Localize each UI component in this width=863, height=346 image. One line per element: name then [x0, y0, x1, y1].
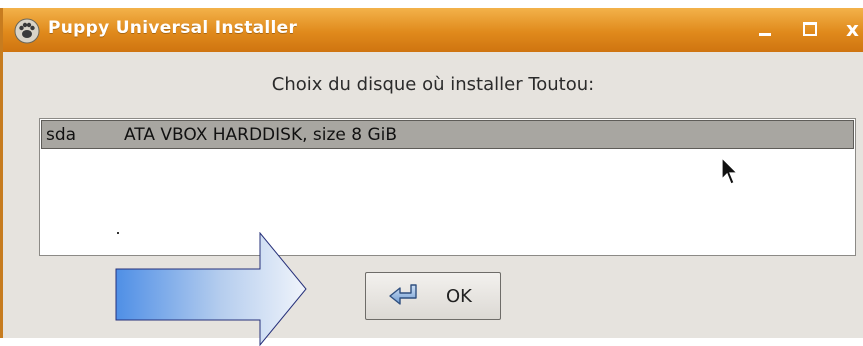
maximize-button[interactable] [800, 17, 822, 41]
ok-button[interactable]: OK [365, 272, 501, 320]
enter-arrow-icon [389, 284, 417, 305]
mouse-pointer-icon [721, 157, 739, 185]
title-bar[interactable]: Puppy Universal Installer x [3, 8, 863, 52]
window-title: Puppy Universal Installer [48, 18, 298, 38]
disk-description: ATA VBOX HARDDISK, size 8 GiB [124, 124, 398, 145]
puppy-paw-icon [14, 18, 40, 44]
ok-label: OK [446, 285, 472, 307]
minimize-button[interactable] [755, 17, 777, 41]
disk-device: sda [46, 124, 77, 145]
disk-choice-prompt: Choix du disque où installer Toutou: [271, 74, 595, 95]
close-button[interactable]: x [846, 17, 863, 41]
disk-row-selected[interactable]: sda ATA VBOX HARDDISK, size 8 GiB [41, 120, 854, 149]
right-arrow-annotation [115, 232, 307, 346]
